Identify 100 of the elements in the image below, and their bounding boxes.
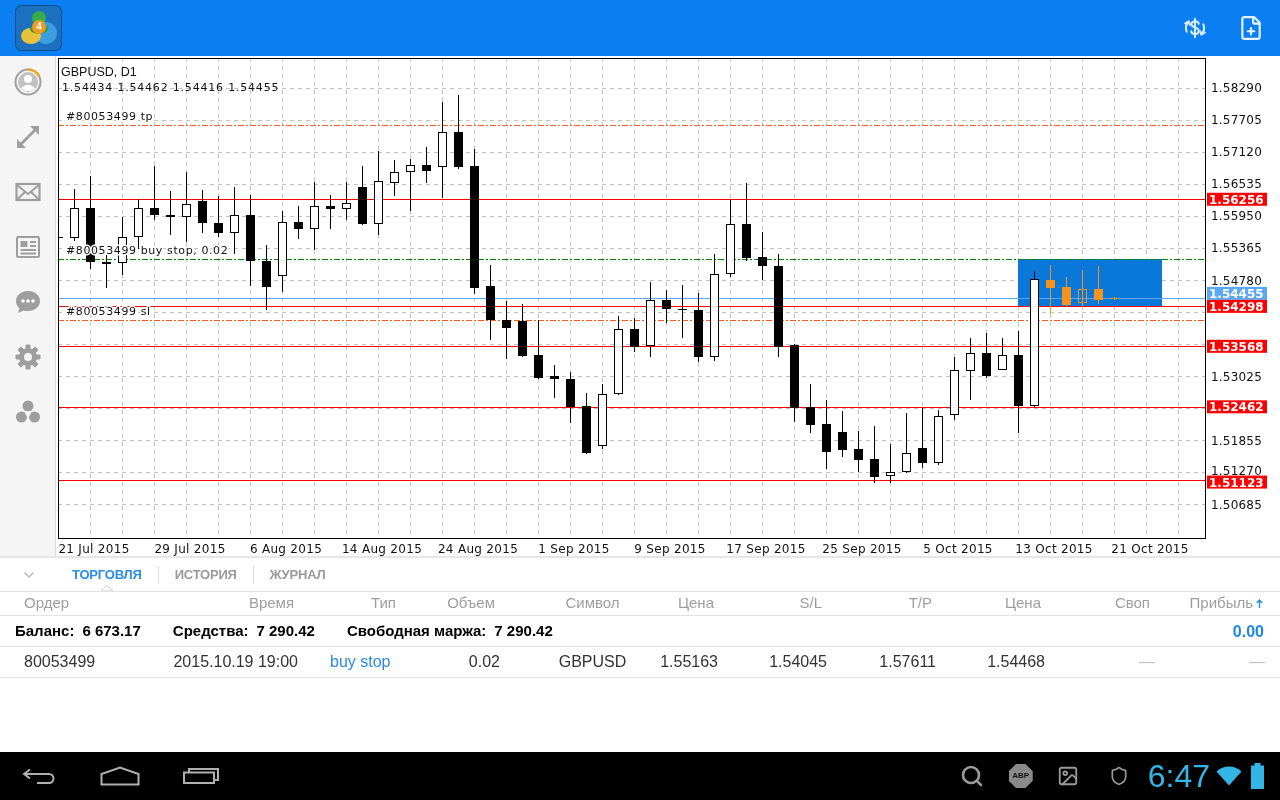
candle (214, 223, 223, 233)
adblock-badge[interactable]: ABP (1008, 764, 1033, 788)
candle (806, 407, 815, 425)
summary-value: 7 290.42 (494, 620, 553, 641)
candle (822, 424, 831, 452)
candle (294, 222, 303, 229)
open-price: 1.55163 (660, 652, 718, 672)
column-header[interactable]: Своп (1114, 592, 1150, 615)
candle (742, 224, 751, 258)
axis-label: 1.55365 (1211, 241, 1263, 256)
current-price: 1.54468 (987, 652, 1045, 672)
candle (998, 355, 1007, 370)
candle (950, 370, 959, 415)
price-tag: 1.53568 (1207, 339, 1267, 354)
summary-label: Средства: (172, 620, 249, 641)
swap: — (1139, 652, 1155, 672)
newspaper-icon[interactable] (13, 233, 42, 261)
home-icon[interactable] (100, 766, 140, 786)
axis-label: 13 Oct 2015 (1015, 542, 1093, 556)
column-header[interactable]: Ордер (24, 592, 70, 615)
order-type: buy stop (330, 652, 391, 672)
summary-value: 7 290.42 (256, 620, 315, 641)
search-icon[interactable] (959, 764, 984, 788)
axis-label: 29 Jul 2015 (154, 542, 226, 556)
candle (422, 165, 431, 171)
tab[interactable]: ИСТОРИЯ (158, 558, 253, 591)
image-icon[interactable] (1056, 765, 1079, 787)
axis-label: 1.55950 (1211, 209, 1263, 224)
candle-wick (1082, 270, 1083, 307)
candle (310, 206, 319, 229)
axis-label: 21 Jul 2015 (58, 542, 130, 556)
settings-icon[interactable] (13, 343, 42, 371)
axis-label: 21 Oct 2015 (1111, 542, 1189, 556)
axis-label: 14 Aug 2015 (341, 542, 423, 556)
order-volume: 0.02 (468, 652, 500, 672)
candle (902, 453, 911, 472)
column-header[interactable]: S/L (799, 592, 822, 615)
sort-arrow-icon[interactable] (1256, 599, 1263, 608)
candle (374, 181, 383, 224)
price-tag: 1.54455 (1207, 286, 1267, 301)
candle (614, 329, 623, 394)
column-header[interactable]: Цена (1004, 592, 1041, 615)
column-header[interactable]: Прибыль (1189, 592, 1253, 615)
price-tag: 1.56256 (1207, 192, 1267, 207)
column-header[interactable]: Тип (371, 592, 396, 615)
column-header[interactable]: Символ (565, 592, 620, 615)
column-header[interactable]: T/P (908, 592, 932, 615)
community-icon[interactable] (13, 398, 42, 426)
account-icon[interactable] (13, 68, 42, 96)
axis-label: 1.56535 (1211, 177, 1263, 192)
candle-wick (1114, 297, 1115, 300)
candle (854, 449, 863, 460)
candle (390, 172, 399, 183)
candle (70, 208, 79, 238)
candle (486, 286, 495, 320)
tab[interactable]: ЖУРНАЛ (253, 558, 342, 591)
candle (918, 448, 927, 463)
ohlc-values: 1.54434 1.54462 1.54416 1.54455 (62, 81, 280, 94)
summary-label: Баланс: (15, 620, 75, 641)
candle (870, 459, 879, 477)
candle (406, 165, 415, 172)
candle (342, 203, 351, 209)
battery-icon (1251, 763, 1264, 789)
currency-exchange-icon[interactable] (1181, 15, 1209, 41)
axis-label: 1.50685 (1211, 497, 1263, 512)
candle (662, 300, 671, 309)
stop-loss: 1.54045 (769, 652, 827, 672)
candle (278, 222, 287, 276)
candle (198, 201, 207, 223)
recent-apps-icon[interactable] (183, 768, 219, 784)
axis-label: 1.57705 (1211, 113, 1263, 128)
column-header[interactable]: Объем (447, 592, 495, 615)
column-header[interactable]: Время (248, 592, 294, 615)
chat-icon[interactable] (13, 288, 42, 316)
candle (182, 204, 191, 217)
app-logo-icon[interactable] (15, 5, 62, 51)
candle (790, 345, 799, 408)
axis-label: 1.58290 (1211, 81, 1263, 96)
candle-wick (106, 255, 107, 288)
candle (262, 261, 271, 287)
candle (134, 208, 143, 237)
candle (838, 432, 847, 450)
summary-value: 6 673.17 (82, 620, 141, 641)
chart-title: GBPUSD, D1 (61, 65, 137, 79)
candle (886, 472, 895, 476)
order-id: 80053499 (24, 652, 96, 672)
candle (934, 416, 943, 463)
order-label: #80053499 tp (66, 110, 154, 123)
candle (582, 406, 591, 453)
price-tag: 1.52462 (1207, 400, 1267, 415)
column-header[interactable]: Цена (677, 592, 714, 615)
axis-label: 5 Oct 2015 (923, 542, 993, 556)
candle-wick (890, 444, 891, 483)
add-document-icon[interactable] (1238, 15, 1264, 41)
tab[interactable]: ТОРГОВЛЯ (56, 558, 158, 591)
candle-wick (554, 365, 555, 398)
profit-total: 0.00 (1232, 622, 1264, 642)
axis-label: 1.51855 (1211, 433, 1263, 448)
candle (358, 187, 367, 224)
candle (598, 394, 607, 446)
